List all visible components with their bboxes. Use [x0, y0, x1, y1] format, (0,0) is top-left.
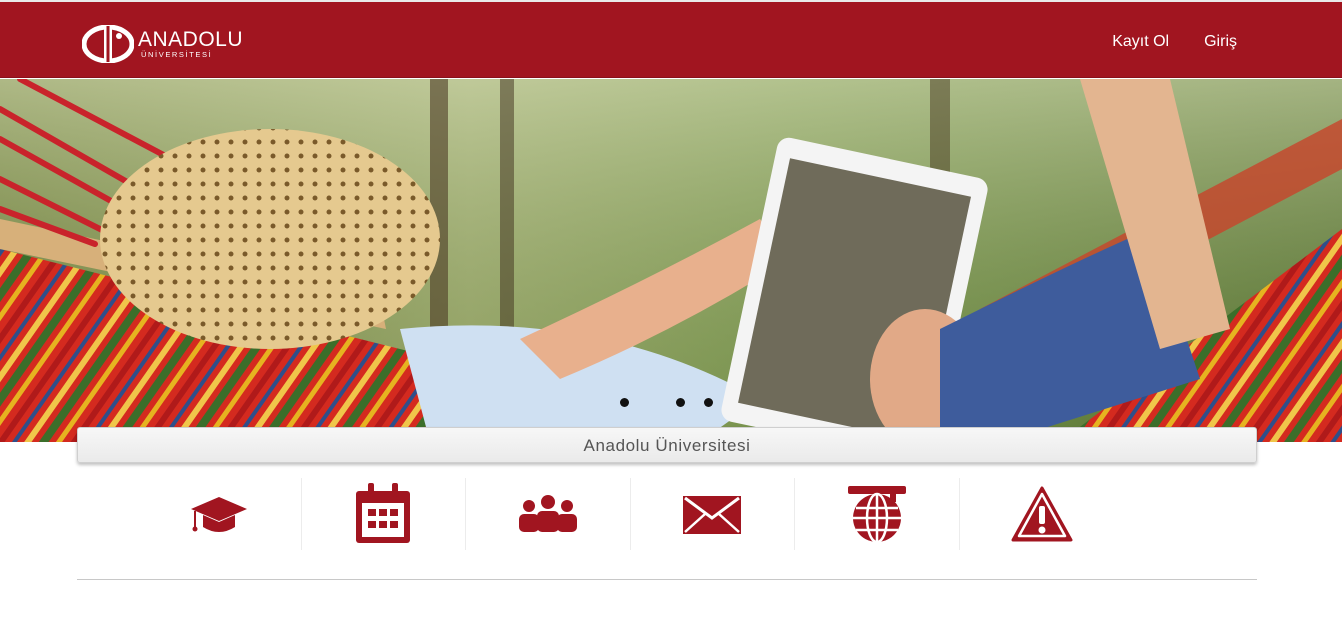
section-title: Anadolu Üniversitesi [583, 436, 751, 455]
quick-link-mail[interactable] [631, 478, 795, 550]
navbar: ANADOLU ÜNİVERSİTESİ Kayıt Ol Giriş [0, 2, 1342, 78]
anadolu-logo-icon [82, 25, 134, 63]
quick-link-community[interactable] [466, 478, 631, 550]
nav-links: Kayıt Ol Giriş [1112, 33, 1237, 51]
envelope-icon [683, 496, 742, 534]
quick-link-campus[interactable] [795, 478, 960, 550]
quick-link-education[interactable] [137, 478, 302, 550]
carousel-dot-1[interactable] [620, 398, 629, 407]
calendar-icon [356, 483, 411, 543]
login-link[interactable]: Giriş [1204, 33, 1237, 51]
quick-link-calendar[interactable] [302, 478, 466, 550]
register-link[interactable]: Kayıt Ol [1112, 33, 1169, 51]
hero-image [0, 79, 1342, 442]
quick-links [137, 478, 1124, 550]
hero-carousel[interactable] [0, 79, 1342, 442]
users-group-icon [518, 495, 577, 532]
warning-icon [1011, 486, 1073, 542]
graduation-cap-icon [190, 497, 247, 532]
logo[interactable]: ANADOLU ÜNİVERSİTESİ [82, 24, 243, 64]
logo-name: ANADOLU [138, 28, 244, 52]
section-title-bar: Anadolu Üniversitesi [77, 427, 1257, 463]
quick-link-alert[interactable] [960, 478, 1125, 550]
logo-text: ANADOLU ÜNİVERSİTESİ [138, 29, 243, 59]
logo-subtitle: ÜNİVERSİTESİ [141, 50, 213, 60]
carousel-dot-2[interactable] [676, 398, 685, 407]
carousel-dot-3[interactable] [704, 398, 713, 407]
university-globe-icon [847, 486, 906, 544]
divider [77, 579, 1257, 580]
carousel-indicators [0, 398, 1342, 410]
